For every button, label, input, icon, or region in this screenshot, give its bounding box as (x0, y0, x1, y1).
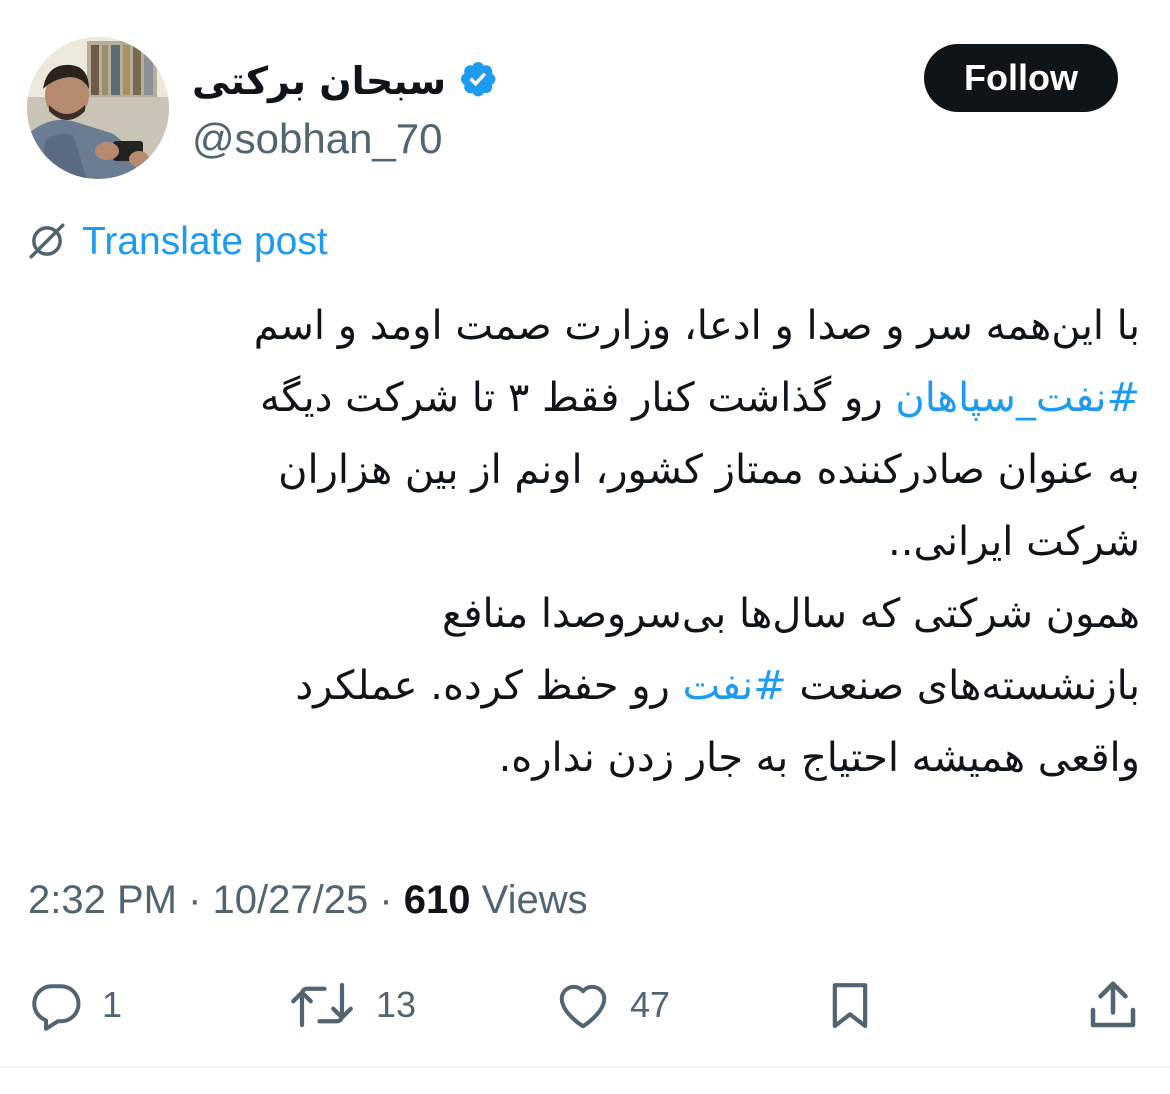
hashtag-link[interactable]: #نفت_سپاهان (895, 375, 1140, 421)
tweet-body: با این‌همه سر و صدا و ادعا، وزارت صمت او… (28, 290, 1140, 794)
reply-button[interactable]: 1 (26, 972, 122, 1038)
display-name[interactable]: سبحان برکتی (192, 62, 446, 100)
avatar-photo (27, 37, 169, 179)
tweet-text-segment: شرکت ایرانی.. (888, 519, 1140, 565)
reply-count: 1 (102, 984, 123, 1025)
tweet-text-segment: رو گذاشت کنار فقط ۳ تا شرکت دیگه (259, 375, 896, 421)
tweet-line: شرکت ایرانی.. (28, 506, 1140, 578)
repost-button[interactable]: 13 (284, 972, 416, 1038)
author-handle[interactable]: @sobhan_70 (192, 114, 443, 164)
views-label: Views (481, 878, 588, 922)
share-icon (1090, 981, 1136, 1028)
tweet-line: با این‌همه سر و صدا و ادعا، وزارت صمت او… (28, 290, 1140, 362)
verified-badge-icon (461, 61, 496, 97)
tweet-text-segment: با این‌همه سر و صدا و ادعا، وزارت صمت او… (253, 303, 1140, 349)
translate-post-link[interactable]: Translate post (26, 220, 328, 262)
tweet-line: واقعی همیشه احتیاج به جار زدن نداره. (28, 722, 1140, 794)
tweet-line: به عنوان صادرکننده ممتاز کشور، اونم از ب… (28, 434, 1140, 506)
tweet-meta: 2:32 PM · 10/27/25 · 610 Views (28, 876, 588, 924)
post-time[interactable]: 2:32 PM (28, 878, 177, 922)
like-heart-icon (559, 984, 607, 1029)
tweet-text-segment: به عنوان صادرکننده ممتاز کشور، اونم از ب… (278, 447, 1140, 493)
reply-icon (32, 984, 81, 1031)
avatar[interactable] (27, 37, 169, 179)
meta-separator: · (176, 878, 213, 922)
bookmark-button[interactable] (822, 972, 878, 1038)
views-count: 610 (403, 878, 471, 922)
tweet-text-segment: رو حفظ کرده. عملکرد (295, 663, 683, 709)
bookmark-icon (832, 983, 868, 1029)
tweet-text-segment: همون شرکتی که سال‌ها بی‌سروصدا منافع (442, 591, 1140, 637)
author-name-row[interactable]: سبحان برکتی (192, 53, 502, 109)
follow-button[interactable]: Follow (924, 44, 1118, 112)
tweet-line: #نفت_سپاهان رو گذاشت کنار فقط ۳ تا شرکت … (28, 362, 1140, 434)
post-date[interactable]: 10/27/25 (213, 878, 369, 922)
tweet-text-segment: واقعی همیشه احتیاج به جار زدن نداره. (498, 735, 1140, 781)
translate-globe-icon (29, 223, 65, 259)
tweet-text-segment: بازنشسته‌های صنعت (786, 663, 1140, 709)
tweet-line: بازنشسته‌های صنعت #نفت رو حفظ کرده. عملک… (28, 650, 1140, 722)
action-bar: 1 13 47 (0, 972, 1170, 1038)
like-count: 47 (630, 984, 671, 1025)
repost-count: 13 (376, 984, 417, 1025)
translate-label: Translate post (82, 219, 328, 263)
hashtag-link[interactable]: #نفت (683, 663, 787, 709)
meta-separator: · (368, 878, 404, 922)
repost-icon (291, 982, 353, 1028)
bottom-divider (0, 1066, 1170, 1068)
like-button[interactable]: 47 (552, 972, 670, 1038)
tweet-line: همون شرکتی که سال‌ها بی‌سروصدا منافع (28, 578, 1140, 650)
share-button[interactable] (1082, 972, 1144, 1038)
